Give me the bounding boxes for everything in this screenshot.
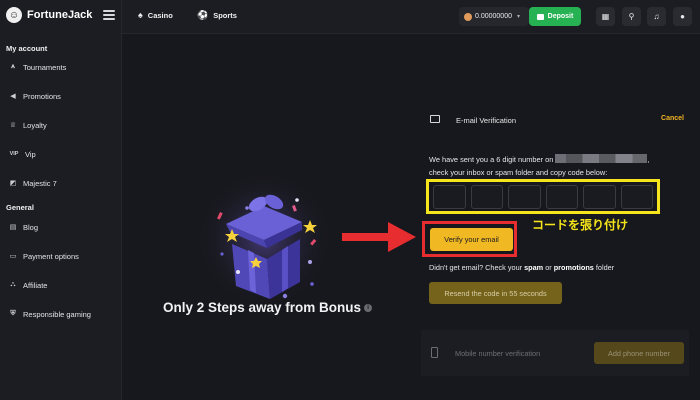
promo-title-text: Only 2 Steps away from Bonus	[163, 300, 362, 315]
bell-icon: ♫	[653, 12, 660, 21]
deposit-label: Deposit	[547, 13, 574, 20]
sidebar-item-loyalty[interactable]: ♕ Loyalty	[0, 114, 121, 136]
sidebar-item-blog[interactable]: ▤ Blog	[0, 216, 121, 238]
section-title-my-account: My account	[6, 44, 48, 53]
sidebar-item-label: Majestic 7	[23, 178, 57, 188]
sidebar-item-majestic-7[interactable]: ◩ Majestic 7	[0, 172, 121, 194]
section-title-general: General	[6, 203, 34, 212]
sidebar-item-tournaments[interactable]: ⩚ Tournaments	[0, 56, 121, 78]
email-verification-panel: E-mail Verification Cancel We have sent …	[421, 104, 689, 400]
sidebar-item-payment-options[interactable]: ▭ Payment options	[0, 245, 121, 267]
promo-title: Only 2 Steps away from Bonus i	[163, 300, 373, 315]
user-icon: ●	[680, 12, 685, 21]
sidebar-item-label: Responsible gaming	[23, 309, 91, 319]
message-line-2: check your inbox or spam folder and copy…	[429, 168, 608, 177]
phone-icon	[431, 347, 438, 358]
sidebar-item-label: Blog	[23, 222, 39, 232]
sidebar-item-vip[interactable]: VIP Vip	[0, 143, 121, 165]
sidebar-item-affiliate[interactable]: ⛬ Affiliate	[0, 274, 121, 296]
sidebar-item-promotions[interactable]: ◀ Promotions	[0, 85, 121, 107]
resend-hint-prefix: Didn't get email? Check your	[429, 263, 523, 272]
verify-email-button[interactable]: Verify your email	[430, 228, 513, 251]
code-digit-6[interactable]	[620, 185, 653, 209]
menu-toggle-icon[interactable]	[103, 10, 115, 20]
payment-icon: ▭	[9, 253, 17, 260]
topbar: ♠ Casino ⚽ Sports 0.00000000 ▾ Deposit ▦…	[122, 0, 700, 34]
search-button[interactable]: ⚲	[622, 7, 641, 26]
sidebar-item-label: Payment options	[23, 251, 79, 261]
nav-sports-label: Sports	[213, 11, 237, 20]
sidebar-item-label: Affiliate	[23, 280, 48, 290]
vip-icon: VIP	[9, 151, 19, 157]
brand-logo[interactable]: ☺ FortuneJack	[6, 7, 92, 23]
add-phone-number-button[interactable]: Add phone number	[594, 342, 684, 364]
resend-code-button[interactable]: Resend the code in 55 seconds	[429, 282, 562, 304]
message-text: We have sent you a 6 digit number on	[429, 155, 554, 164]
panel-header: E-mail Verification Cancel	[421, 112, 689, 130]
balance-amount: 0.00000000	[475, 13, 512, 20]
balance-selector[interactable]: 0.00000000 ▾	[459, 7, 529, 26]
red-arrow-annotation	[342, 222, 416, 252]
sports-ball-icon: ⚽	[197, 10, 209, 20]
code-digit-1[interactable]	[433, 185, 466, 209]
casino-icon: ♠	[138, 10, 143, 20]
paste-code-annotation: コードを張り付け	[532, 218, 629, 232]
nav-sports[interactable]: ⚽ Sports	[197, 10, 237, 21]
coin-icon	[464, 12, 472, 21]
sidebar-item-label: Loyalty	[23, 120, 47, 130]
shield-icon: ⛨	[10, 310, 16, 317]
mail-icon	[430, 115, 440, 123]
sidebar-item-responsible-gaming[interactable]: ⛨ Responsible gaming	[0, 303, 121, 325]
rewards-button[interactable]: ▦	[596, 7, 615, 26]
verification-message: We have sent you a 6 digit number on , c…	[429, 153, 684, 179]
majestic-icon: ◩	[9, 180, 17, 187]
code-digit-4[interactable]	[545, 185, 578, 209]
chest-icon: ▦	[601, 12, 610, 21]
code-digit-3[interactable]	[508, 185, 541, 209]
verify-button-highlight: Verify your email	[422, 221, 517, 257]
deposit-button[interactable]: Deposit	[529, 7, 581, 26]
brand-mark-icon: ☺	[6, 7, 22, 23]
nav-casino-label: Casino	[147, 10, 173, 20]
spam-word: spam	[524, 263, 544, 272]
crown-icon: ♕	[9, 122, 17, 129]
wallet-icon	[536, 13, 544, 20]
sidebar-item-label: Vip	[25, 149, 36, 159]
trophy-icon: ⩚	[11, 63, 15, 70]
sidebar-item-label: Tournaments	[23, 62, 67, 72]
folder-word: folder	[595, 263, 615, 272]
code-digit-2[interactable]	[470, 185, 503, 209]
panel-title: E-mail Verification	[456, 116, 517, 125]
nav-casino[interactable]: ♠ Casino	[138, 10, 173, 20]
code-input-highlight	[426, 179, 660, 214]
redacted-email	[555, 154, 648, 163]
sidebar-item-label: Promotions	[23, 91, 61, 101]
chevron-down-icon: ▾	[516, 14, 520, 20]
profile-button[interactable]: ●	[673, 7, 692, 26]
cancel-link[interactable]: Cancel	[661, 115, 684, 122]
sidebar: ☺ FortuneJack My account ⩚ Tournaments ◀…	[0, 0, 122, 400]
gift-box-illustration	[194, 169, 334, 309]
info-icon[interactable]: i	[364, 304, 373, 313]
megaphone-icon: ◀	[10, 93, 16, 100]
or-word: or	[545, 263, 552, 272]
blog-icon: ▤	[9, 224, 17, 231]
notifications-button[interactable]: ♫	[647, 7, 666, 26]
promotions-word: promotions	[553, 263, 594, 272]
resend-hint: Didn't get email? Check your spam or pro…	[429, 263, 614, 272]
mobile-verification-label: Mobile number verification	[455, 349, 541, 358]
brand-name: FortuneJack	[27, 9, 93, 21]
code-digit-5[interactable]	[583, 185, 616, 209]
promo-hero	[122, 34, 420, 400]
message-comma: ,	[647, 155, 650, 164]
affiliate-icon: ⛬	[10, 281, 16, 288]
mobile-verification-row: Mobile number verification Add phone num…	[421, 330, 689, 376]
search-icon: ⚲	[628, 12, 635, 21]
